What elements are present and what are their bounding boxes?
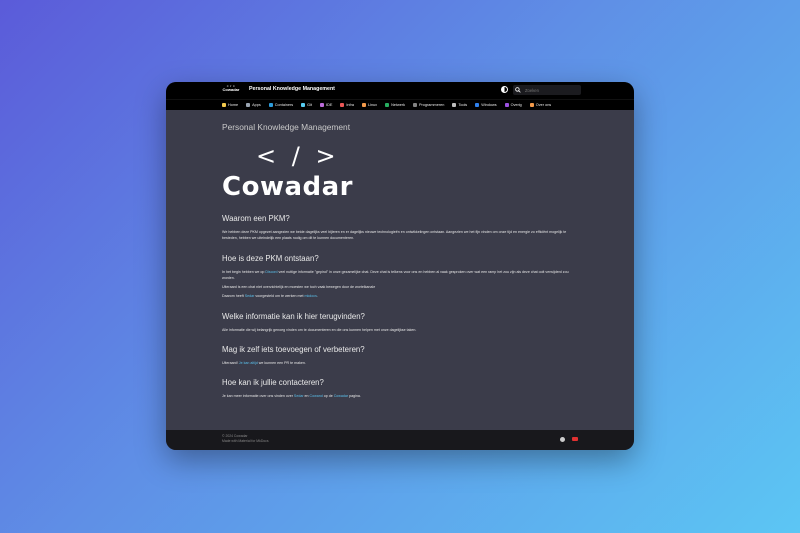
text-span: In het begin hebben we op [222, 269, 266, 274]
tab-netwerk[interactable]: Netwerk [385, 103, 405, 107]
tab-infra[interactable]: Infra [340, 103, 354, 107]
section-title-contact: Hoe kan ik jullie contacteren? [222, 378, 324, 388]
tab-label: IDE [326, 103, 333, 107]
cowadar-logo: < / > Cowadar [222, 142, 362, 202]
tab-label: Infra [346, 103, 354, 107]
search-input[interactable] [525, 87, 580, 93]
tab-label: Overig [510, 103, 522, 107]
tab-label: Programmeren [419, 103, 445, 107]
header-logo-text: Cowadar [222, 87, 240, 92]
tab-label: Windows [481, 103, 497, 107]
tab-icon [385, 103, 390, 107]
text-span: . [316, 294, 318, 299]
sedar-contact-link[interactable]: Sedar [294, 394, 304, 398]
section-text-origin-3: Daarom heeft Sedar voorgesteld om te wer… [222, 293, 578, 299]
tab-overig[interactable]: Overig [504, 103, 522, 107]
tab-icon [504, 103, 509, 107]
section-title-info: Welke informatie kan ik hier terugvinden… [222, 311, 365, 321]
section-text-origin-1: In het begin hebben we op Discord veel n… [222, 269, 578, 282]
theme-toggle-icon[interactable] [501, 86, 508, 93]
tab-linux[interactable]: Linux [361, 103, 378, 107]
tab-home[interactable]: Home [222, 103, 238, 107]
tab-label: Linux [367, 103, 378, 107]
tab-apps[interactable]: Apps [246, 103, 261, 107]
tab-icon [529, 103, 534, 107]
tab-label: Over ons [535, 103, 552, 107]
tab-icon [301, 103, 306, 107]
search-box[interactable] [513, 85, 581, 95]
footer: © 2024 Cowadar Made with Material for Mk… [166, 430, 634, 450]
sedar-link[interactable]: Sedar [245, 294, 255, 298]
tab-ide[interactable]: IDE [320, 103, 332, 107]
tab-programmeren[interactable]: Programmeren [413, 103, 444, 107]
footer-social [560, 437, 578, 442]
tab-windows[interactable]: Windows [475, 103, 497, 107]
browser-window: < / > Cowadar Personal Knowledge Managem… [166, 82, 634, 450]
text-span: Uiteraard! [222, 361, 239, 366]
tab-label: Home [228, 103, 239, 107]
tab-icon [320, 103, 325, 107]
nav-tabs: Home Apps Containers Git IDE Infra Linux Netwer… [166, 99, 634, 110]
text-span: voorgesteld om te werken met [254, 294, 305, 299]
logo-code-brackets: < / > [256, 142, 340, 170]
tab-icon [246, 103, 251, 107]
section-text-why: We hebben deze PKM opgezet aangezien we … [222, 230, 567, 241]
tab-git[interactable]: Git [301, 103, 312, 107]
footer-made-with[interactable]: Made with Material for MkDocs [222, 439, 578, 444]
main-content: Personal Knowledge Management < / > Cowa… [166, 110, 634, 430]
top-header: < / > Cowadar Personal Knowledge Managem… [166, 82, 634, 99]
section-title-contribute: Mag ik zelf iets toevoegen of verbeteren… [222, 345, 365, 355]
cowand-link[interactable]: Cowand [310, 394, 323, 398]
tab-label: Containers [274, 103, 294, 107]
youtube-icon[interactable] [572, 437, 578, 441]
tab-label: Netwerk [391, 103, 405, 107]
section-text-contribute: Uiteraard! Je kan altijd we kunnen een P… [222, 360, 578, 366]
text-span: pagina. [348, 394, 361, 399]
tab-label: Git [307, 103, 313, 107]
tab-label: Apps [252, 103, 261, 107]
site-title[interactable]: Personal Knowledge Management [249, 86, 335, 92]
tab-containers[interactable]: Containers [268, 103, 294, 107]
section-text-origin-2: Uiteraard is een chat niet overzichtelij… [222, 285, 376, 290]
tab-icon [413, 103, 417, 107]
tab-icon [268, 103, 273, 107]
text-span: op de [322, 394, 334, 399]
tab-icon [361, 103, 366, 107]
text-span: we kunnen een PR te maken. [257, 361, 306, 366]
header-logo[interactable]: < / > Cowadar [222, 84, 240, 92]
page-title: Personal Knowledge Management [222, 122, 351, 132]
search-icon [515, 87, 521, 93]
section-text-contact: Je kan meer informatie over ons vinden o… [222, 393, 578, 399]
github-icon[interactable] [560, 437, 565, 442]
section-text-info: Alle informatie die wij belangrijk genoe… [222, 327, 417, 332]
tab-icon [475, 103, 480, 107]
tab-icon [452, 103, 457, 107]
section-title-why: Waarom een PKM? [222, 214, 290, 223]
text-span: Je kan meer informatie over ons vinden o… [222, 394, 294, 399]
text-span: Daarom heeft [222, 294, 245, 299]
cowadar-page-link[interactable]: Cowadar [334, 394, 348, 398]
tab-label: Tools [458, 103, 468, 107]
logo-wordmark: Cowadar [222, 172, 353, 202]
tab-tools[interactable]: Tools [452, 103, 467, 107]
tab-icon [340, 103, 345, 107]
section-title-origin: Hoe is deze PKM ontstaan? [222, 253, 319, 263]
tab-icon [222, 103, 226, 107]
contribute-link[interactable]: Je kan altijd [239, 361, 258, 365]
mkdocs-link[interactable]: mkdocs [305, 294, 317, 298]
discord-link[interactable]: Discord [265, 270, 277, 274]
tab-over-ons[interactable]: Over ons [529, 103, 552, 107]
